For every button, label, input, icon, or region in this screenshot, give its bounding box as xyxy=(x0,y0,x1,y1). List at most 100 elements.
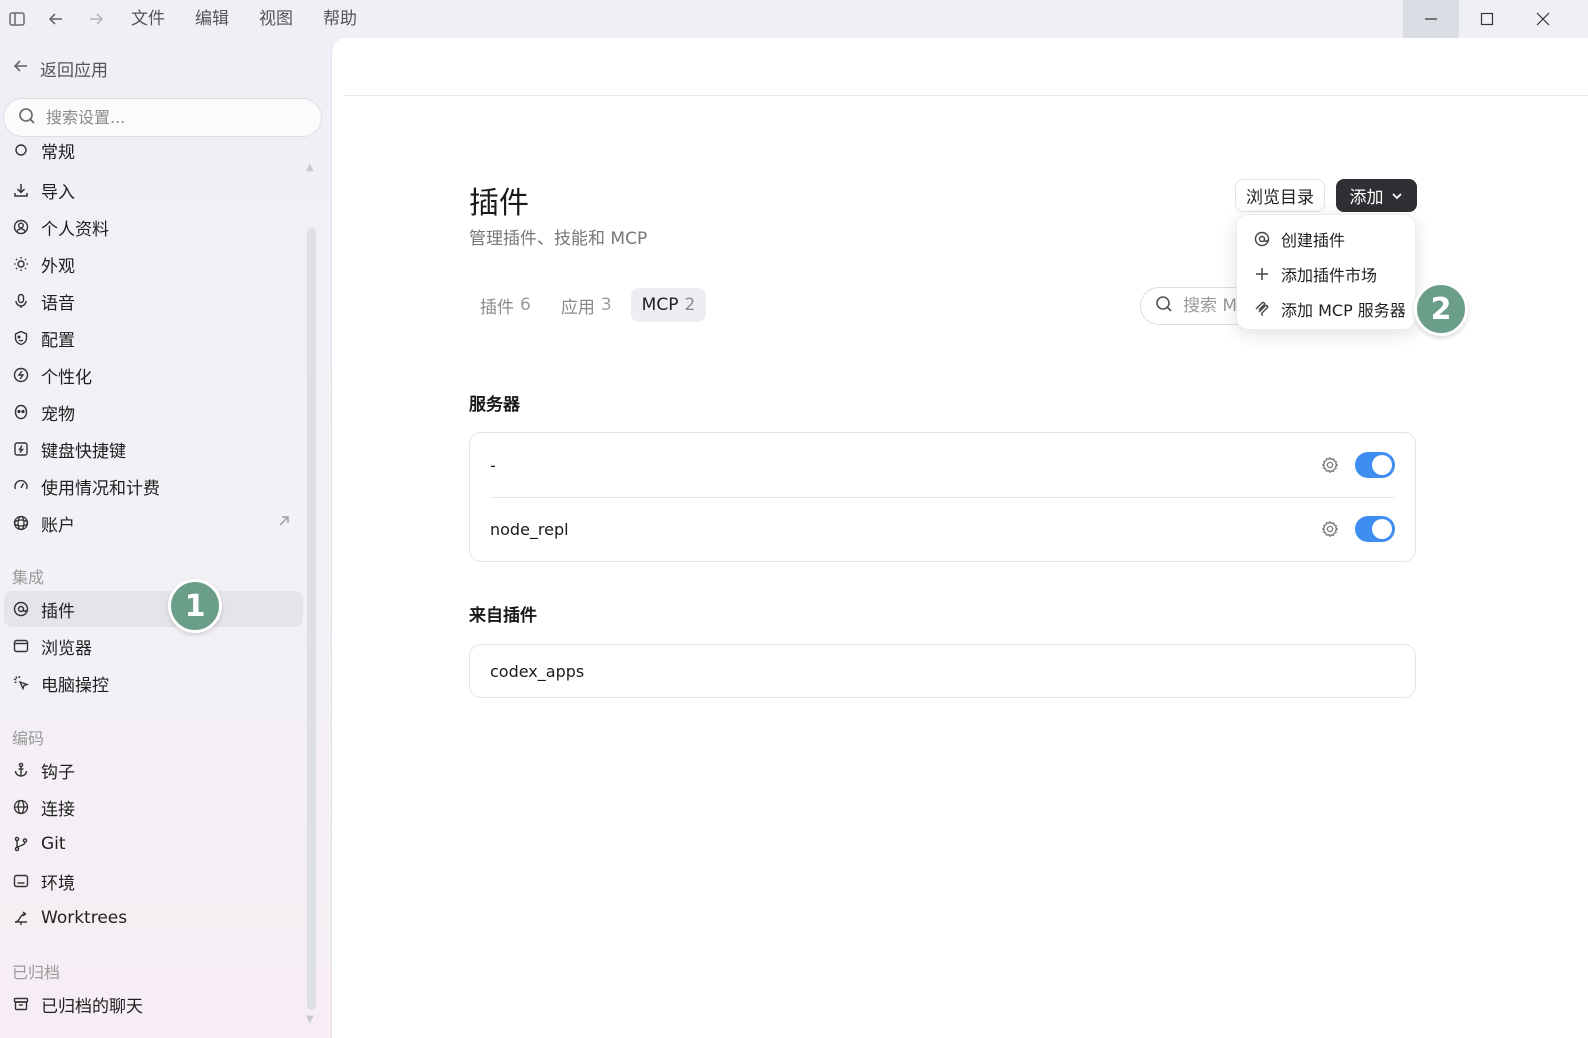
plugin-icon xyxy=(1253,230,1271,248)
globe-icon xyxy=(12,798,30,816)
personalize-icon xyxy=(12,366,30,384)
sidebar-item-personalization[interactable]: 个性化 xyxy=(4,357,303,393)
server-enabled-toggle[interactable] xyxy=(1355,452,1395,478)
gear-icon xyxy=(12,141,30,159)
step-badge-2: 2 xyxy=(1414,282,1468,336)
menu-file[interactable]: 文件 xyxy=(131,8,165,30)
menu-item-add-mcp-server[interactable]: 添加 MCP 服务器 xyxy=(1237,291,1415,326)
profile-icon xyxy=(12,218,30,236)
sidebar-item-connections[interactable]: 连接 xyxy=(4,789,303,825)
archive-icon xyxy=(12,995,30,1013)
title-bar: 文件 编辑 视图 帮助 xyxy=(0,0,1588,38)
sidebar-item-environment[interactable]: 环境 xyxy=(4,863,303,899)
server-row[interactable]: node_repl xyxy=(470,497,1415,561)
close-icon xyxy=(1536,12,1550,26)
servers-section-title: 服务器 xyxy=(469,395,520,415)
anchor-icon xyxy=(12,761,30,779)
menu-item-create-plugin[interactable]: 创建插件 xyxy=(1237,221,1415,256)
cursor-click-icon xyxy=(12,674,30,692)
minimize-button[interactable] xyxy=(1403,0,1459,38)
sidebar-item-usage-billing[interactable]: 使用情况和计费 xyxy=(4,468,303,504)
sidebar-item-computer-control[interactable]: 电脑操控 xyxy=(4,665,303,701)
sidebar-item-appearance[interactable]: 外观 xyxy=(4,246,303,282)
gear-icon[interactable] xyxy=(1321,520,1339,538)
sidebar-item-browser[interactable]: 浏览器 xyxy=(4,628,303,664)
forward-arrow-icon[interactable] xyxy=(85,8,107,30)
config-icon xyxy=(12,329,30,347)
worktree-icon xyxy=(12,909,30,927)
menu-help[interactable]: 帮助 xyxy=(323,8,357,30)
menu-item-add-marketplace[interactable]: 添加插件市场 xyxy=(1237,256,1415,291)
sidebar-item-plugins[interactable]: 插件 xyxy=(4,591,303,627)
settings-search[interactable] xyxy=(3,98,322,137)
search-icon xyxy=(1155,295,1173,317)
settings-nav: 常规 导入 个人资料 外观 语音 配置 个性化 宠物 键盘快捷键 使用情况和计费… xyxy=(0,140,332,1038)
scroll-up-arrow-icon[interactable]: ▲ xyxy=(306,162,314,173)
step-badge-1: 1 xyxy=(168,579,222,633)
from-plugins-card: codex_apps xyxy=(469,644,1416,698)
tab-count: 6 xyxy=(520,295,531,315)
microphone-icon xyxy=(12,292,30,310)
plugin-icon xyxy=(12,600,30,618)
settings-search-input[interactable] xyxy=(46,108,286,127)
servers-card: - node_repl xyxy=(469,432,1416,562)
section-label-coding: 编码 xyxy=(12,729,45,748)
sidebar-item-hooks[interactable]: 钩子 xyxy=(4,752,303,788)
scroll-down-arrow-icon[interactable]: ▼ xyxy=(306,1014,314,1025)
sidebar-item-archived-chats[interactable]: 已归档的聊天 xyxy=(4,986,303,1022)
sidebar-item-config[interactable]: 配置 xyxy=(4,320,303,356)
sidebar-item-pet[interactable]: 宠物 xyxy=(4,394,303,430)
back-arrow-icon[interactable] xyxy=(45,8,67,30)
tab-plugins[interactable]: 插件 6 xyxy=(469,288,542,322)
from-plugins-section-title: 来自插件 xyxy=(469,606,537,626)
main-panel: 插件 管理插件、技能和 MCP 浏览目录 添加 插件 6 应用 3 MCP 2 … xyxy=(331,38,1588,1038)
sun-icon xyxy=(12,255,30,273)
page-subtitle: 管理插件、技能和 MCP xyxy=(469,229,648,249)
sidebar-item-general[interactable]: 常规 xyxy=(4,140,303,168)
tab-count: 3 xyxy=(600,295,612,315)
sidebar-toggle-icon[interactable] xyxy=(6,8,28,30)
sidebar-scrollbar[interactable] xyxy=(307,228,316,1010)
tab-count: 2 xyxy=(684,295,696,315)
page-title: 插件 xyxy=(469,186,529,221)
maximize-button[interactable] xyxy=(1459,0,1515,38)
section-label-integrations: 集成 xyxy=(12,568,45,587)
sidebar-item-import[interactable]: 导入 xyxy=(4,172,303,208)
mcp-icon xyxy=(1253,300,1271,318)
download-icon xyxy=(12,181,30,199)
tab-apps[interactable]: 应用 3 xyxy=(550,288,623,322)
menu-edit[interactable]: 编辑 xyxy=(195,8,229,30)
sidebar-item-account[interactable]: 账户 xyxy=(4,505,303,541)
section-label-archived: 已归档 xyxy=(12,963,61,982)
server-name: node_repl xyxy=(490,519,569,539)
gear-icon[interactable] xyxy=(1321,456,1339,474)
git-branch-icon xyxy=(12,835,30,853)
search-icon xyxy=(18,107,36,129)
server-row[interactable]: - xyxy=(470,433,1415,497)
menu-view[interactable]: 视图 xyxy=(259,8,293,30)
header-divider xyxy=(344,95,1588,96)
sidebar-item-voice[interactable]: 语音 xyxy=(4,283,303,319)
sidebar-item-worktrees[interactable]: Worktrees xyxy=(4,900,303,936)
gauge-icon xyxy=(12,477,30,495)
tab-mcp[interactable]: MCP 2 xyxy=(630,288,707,322)
sidebar-item-profile[interactable]: 个人资料 xyxy=(4,209,303,245)
sidebar-item-keyboard-shortcuts[interactable]: 键盘快捷键 xyxy=(4,431,303,467)
close-button[interactable] xyxy=(1515,0,1571,38)
browser-icon xyxy=(12,637,30,655)
sidebar-item-git[interactable]: Git xyxy=(4,826,303,862)
account-icon xyxy=(12,514,30,532)
plugin-server-name: codex_apps xyxy=(490,661,585,681)
server-enabled-toggle[interactable] xyxy=(1355,516,1395,542)
add-button[interactable]: 添加 xyxy=(1336,179,1417,212)
plugin-server-row[interactable]: codex_apps xyxy=(470,645,1415,697)
back-to-app-label: 返回应用 xyxy=(40,60,108,81)
keyboard-icon xyxy=(12,440,30,458)
add-button-label: 添加 xyxy=(1349,188,1384,208)
arrow-left-icon xyxy=(12,57,30,80)
maximize-icon xyxy=(1480,12,1494,26)
back-to-app-link[interactable]: 返回应用 xyxy=(12,56,108,81)
environment-icon xyxy=(12,872,30,890)
external-link-icon xyxy=(277,513,291,533)
browse-catalog-button[interactable]: 浏览目录 xyxy=(1235,179,1325,212)
